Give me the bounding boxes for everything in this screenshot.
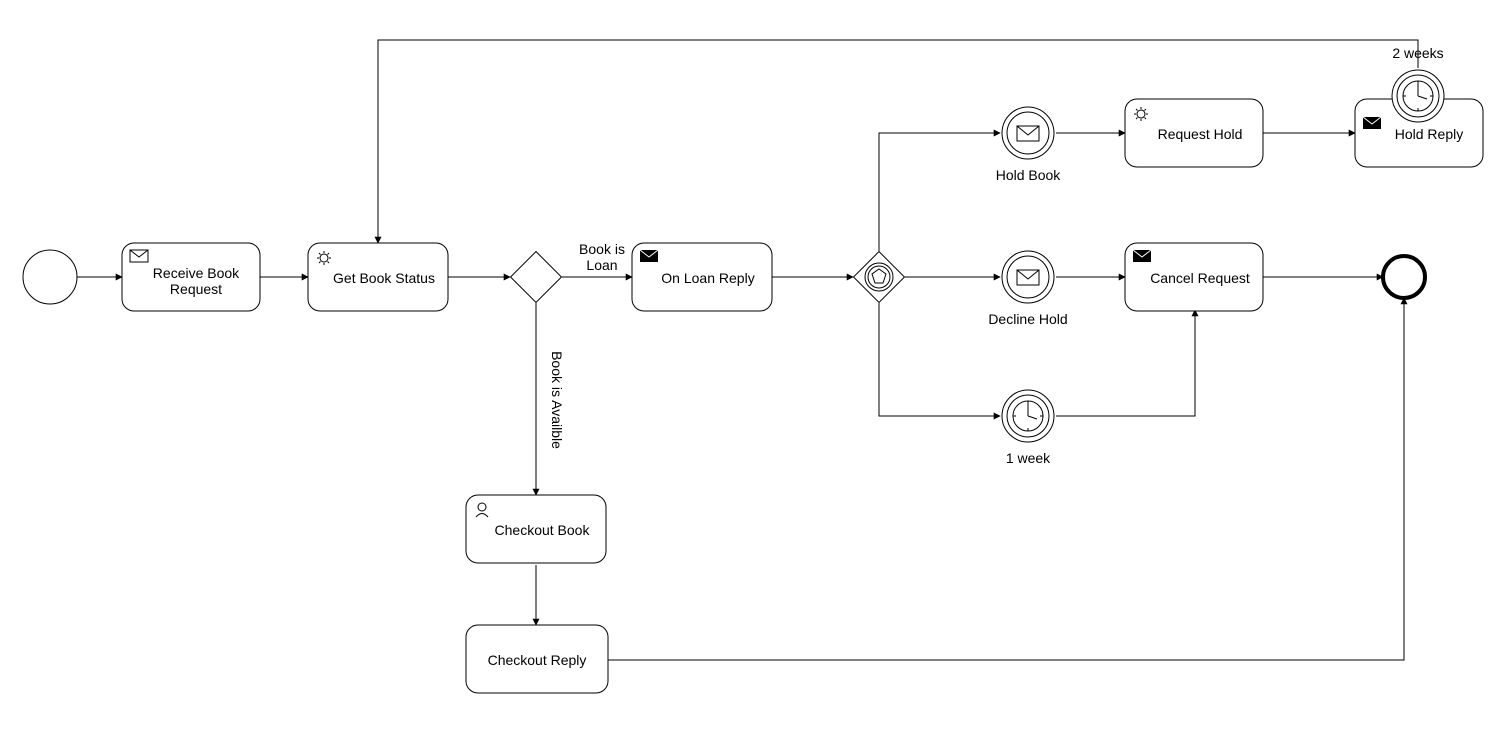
event-hold-book: Hold Book	[996, 107, 1062, 183]
svg-text:Cancel Request: Cancel Request	[1150, 270, 1250, 286]
edge-label-book-available: Book is Availble	[549, 351, 565, 449]
svg-text:2 weeks: 2 weeks	[1392, 45, 1443, 61]
svg-text:On Loan Reply: On Loan Reply	[661, 270, 754, 286]
gateway-book-status	[511, 252, 562, 303]
task-receive-book-request: Receive BookRequest	[122, 243, 260, 311]
svg-text:Checkout Reply: Checkout Reply	[488, 652, 587, 668]
svg-text:Request Hold: Request Hold	[1158, 126, 1243, 142]
task-request-hold: Request Hold	[1125, 99, 1263, 167]
event-decline-hold: Decline Hold	[988, 251, 1067, 327]
svg-text:Hold Book: Hold Book	[996, 167, 1062, 183]
start-event	[23, 250, 77, 304]
edge-label-book-loan: Book isLoan	[579, 241, 625, 273]
event-one-week-timer: 1 week	[1002, 390, 1054, 466]
event-two-weeks-timer: 2 weeks	[1392, 45, 1444, 122]
svg-text:Get Book Status: Get Book Status	[333, 270, 435, 286]
task-on-loan-reply: On Loan Reply	[632, 243, 772, 311]
task-get-book-status: Get Book Status	[308, 243, 448, 311]
svg-text:Hold Reply: Hold Reply	[1395, 126, 1463, 142]
svg-text:1 week: 1 week	[1006, 450, 1051, 466]
svg-text:Checkout Book: Checkout Book	[495, 522, 591, 538]
task-cancel-request: Cancel Request	[1125, 243, 1263, 311]
svg-text:Decline Hold: Decline Hold	[988, 311, 1067, 327]
task-checkout-book: Checkout Book	[466, 495, 606, 563]
task-checkout-reply: Checkout Reply	[466, 625, 608, 693]
end-event	[1383, 256, 1425, 298]
gateway-event-based	[854, 252, 905, 303]
bpmn-diagram: Book isLoan Book is Availble Receive Boo…	[0, 0, 1500, 732]
